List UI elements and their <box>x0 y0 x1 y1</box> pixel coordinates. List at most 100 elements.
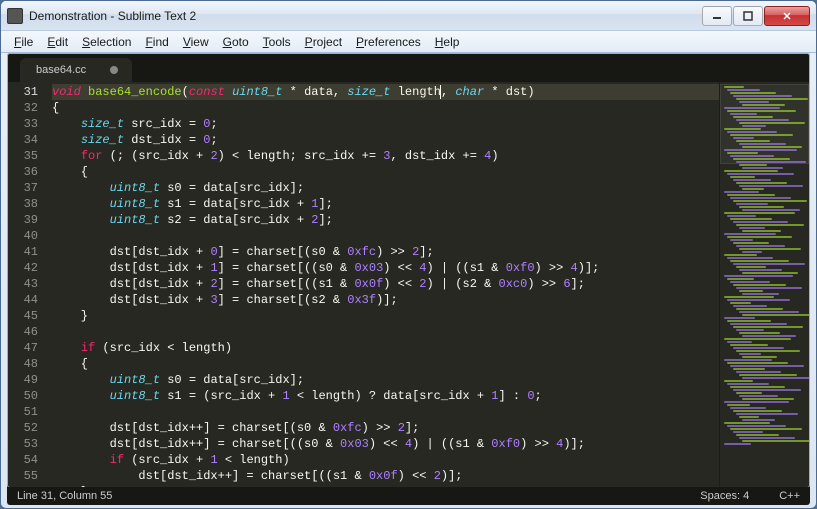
line-number[interactable]: 47 <box>8 340 38 356</box>
line-number[interactable]: 49 <box>8 372 38 388</box>
code-line[interactable]: dst[dst_idx++] = charset[((s1 & 0x0f) <<… <box>52 468 719 484</box>
menu-file[interactable]: File <box>7 33 40 51</box>
code-line[interactable] <box>52 324 719 340</box>
menu-view[interactable]: View <box>176 33 216 51</box>
titlebar[interactable]: Demonstration - Sublime Text 2 <box>1 1 816 31</box>
tab-base64[interactable]: base64.cc <box>20 58 132 82</box>
window: Demonstration - Sublime Text 2 FileEditS… <box>0 0 817 509</box>
code-editor[interactable]: void base64_encode(const uint8_t * data,… <box>46 82 719 487</box>
minimap-line <box>742 335 796 337</box>
code-line[interactable]: dst[dst_idx++] = charset[((s0 & 0x03) <<… <box>52 436 719 452</box>
minimap-line <box>742 104 785 106</box>
code-line[interactable]: { <box>52 100 719 116</box>
code-line[interactable]: for (; (src_idx + 2) < length; src_idx +… <box>52 148 719 164</box>
minimap-line <box>733 116 773 118</box>
code-line[interactable]: } <box>52 308 719 324</box>
menu-tools[interactable]: Tools <box>256 33 298 51</box>
minimap-line <box>739 311 799 313</box>
line-number[interactable]: 32 <box>8 100 38 116</box>
line-number[interactable]: 38 <box>8 196 38 212</box>
code-line[interactable]: dst[dst_idx + 1] = charset[((s0 & 0x03) … <box>52 260 719 276</box>
minimap-line <box>727 383 769 385</box>
code-line[interactable]: uint8_t s0 = data[src_idx]; <box>52 372 719 388</box>
line-number[interactable]: 37 <box>8 180 38 196</box>
menu-goto[interactable]: Goto <box>216 33 256 51</box>
code-line[interactable]: uint8_t s1 = data[src_idx + 1]; <box>52 196 719 212</box>
menu-edit[interactable]: Edit <box>40 33 75 51</box>
code-line[interactable]: void base64_encode(const uint8_t * data,… <box>52 84 719 100</box>
code-line[interactable]: { <box>52 164 719 180</box>
code-line[interactable]: { <box>52 356 719 372</box>
minimize-button[interactable] <box>702 6 732 26</box>
minimap-line <box>724 296 774 298</box>
line-number[interactable]: 53 <box>8 436 38 452</box>
line-number[interactable]: 51 <box>8 404 38 420</box>
line-number[interactable]: 36 <box>8 164 38 180</box>
code-line[interactable]: dst[dst_idx + 3] = charset[(s2 & 0x3f)]; <box>52 292 719 308</box>
code-line[interactable]: size_t src_idx = 0; <box>52 116 719 132</box>
close-button[interactable] <box>764 6 810 26</box>
minimap-line <box>724 233 776 235</box>
status-position[interactable]: Line 31, Column 55 <box>17 490 670 502</box>
line-number[interactable]: 31 <box>8 84 38 100</box>
line-number[interactable]: 54 <box>8 452 38 468</box>
minimap-line <box>730 92 776 94</box>
line-number[interactable]: 35 <box>8 148 38 164</box>
line-number[interactable]: 39 <box>8 212 38 228</box>
minimap-line <box>730 218 772 220</box>
line-number[interactable]: 55 <box>8 468 38 484</box>
code-line[interactable]: dst[dst_idx++] = charset[(s0 & 0xfc) >> … <box>52 420 719 436</box>
code-line[interactable]: dst[dst_idx + 0] = charset[(s0 & 0xfc) >… <box>52 244 719 260</box>
menu-project[interactable]: Project <box>298 33 349 51</box>
line-number[interactable]: 41 <box>8 244 38 260</box>
minimap-line <box>742 419 775 421</box>
line-number[interactable]: 34 <box>8 132 38 148</box>
code-line[interactable]: dst[dst_idx + 2] = charset[((s1 & 0x0f) … <box>52 276 719 292</box>
minimap-line <box>733 263 805 265</box>
code-line[interactable]: uint8_t s0 = data[src_idx]; <box>52 180 719 196</box>
menu-help[interactable]: Help <box>428 33 467 51</box>
code-line[interactable] <box>52 228 719 244</box>
line-number[interactable]: 42 <box>8 260 38 276</box>
line-number[interactable]: 45 <box>8 308 38 324</box>
code-line[interactable] <box>52 404 719 420</box>
minimap-line <box>733 410 782 412</box>
line-number[interactable]: 43 <box>8 276 38 292</box>
status-syntax[interactable]: C++ <box>779 490 800 502</box>
minimap-line <box>724 380 753 382</box>
minimap-line <box>733 326 803 328</box>
line-number[interactable]: 40 <box>8 228 38 244</box>
gutter[interactable]: 3132333435363738394041424344454647484950… <box>8 82 46 487</box>
menu-preferences[interactable]: Preferences <box>349 33 428 51</box>
minimap-line <box>742 251 762 253</box>
code-line[interactable]: size_t dst_idx = 0; <box>52 132 719 148</box>
line-number[interactable]: 52 <box>8 420 38 436</box>
minimap-line <box>727 341 752 343</box>
code-line[interactable]: if (src_idx + 1 < length) <box>52 452 719 468</box>
tab-label: base64.cc <box>36 64 86 76</box>
line-number[interactable]: 44 <box>8 292 38 308</box>
minimap-line <box>730 239 753 241</box>
menu-selection[interactable]: Selection <box>75 33 138 51</box>
line-number[interactable]: 50 <box>8 388 38 404</box>
maximize-button[interactable] <box>733 6 763 26</box>
menu-find[interactable]: Find <box>138 33 175 51</box>
code-line[interactable]: uint8_t s2 = data[src_idx + 2]; <box>52 212 719 228</box>
minimap-line <box>727 152 758 154</box>
minimap-line <box>742 314 809 316</box>
minimap-line <box>733 305 767 307</box>
line-number[interactable]: 48 <box>8 356 38 372</box>
minimap[interactable] <box>719 82 809 487</box>
minimap-line <box>724 149 797 151</box>
line-number[interactable]: 33 <box>8 116 38 132</box>
minimap-line <box>727 110 796 112</box>
code-line[interactable]: uint8_t s1 = (src_idx + 1 < length) ? da… <box>52 388 719 404</box>
code-line[interactable]: if (src_idx < length) <box>52 340 719 356</box>
line-number[interactable]: 46 <box>8 324 38 340</box>
minimap-line <box>742 398 794 400</box>
minimap-line <box>736 245 785 247</box>
minimap-line <box>730 281 770 283</box>
status-spaces[interactable]: Spaces: 4 <box>700 490 749 502</box>
minimap-line <box>727 320 771 322</box>
minimap-line <box>739 164 767 166</box>
